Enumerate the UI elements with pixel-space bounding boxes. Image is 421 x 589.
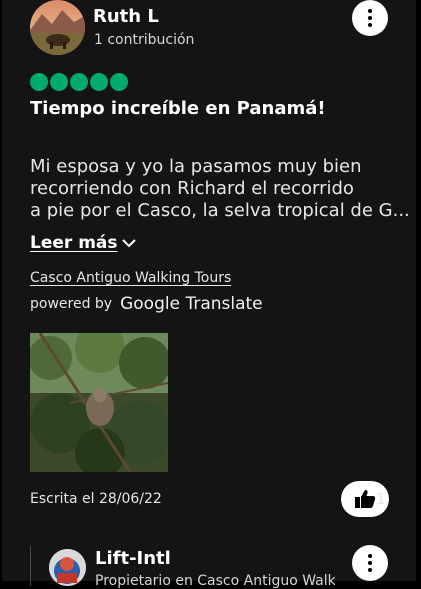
helpful-vote-count: 1 xyxy=(376,490,386,508)
sloth-photo-image xyxy=(30,333,168,472)
more-options-icon xyxy=(368,9,372,13)
more-options-dot xyxy=(368,23,372,27)
reviewer-avatar-image xyxy=(30,0,85,55)
owner-subtitle: Propietario en Casco Antiguo Walkin... xyxy=(95,573,335,589)
rating-bubble-icon xyxy=(50,73,68,91)
review-more-options-button[interactable] xyxy=(352,0,388,36)
more-options-dot xyxy=(368,568,372,572)
google-translate-logo: Google Translate xyxy=(120,294,263,314)
rating-bubble-icon xyxy=(110,73,128,91)
read-more-label: Leer más xyxy=(30,233,118,253)
more-options-dot xyxy=(368,16,372,20)
translation-attribution: powered by Google Translate xyxy=(30,294,263,314)
reviewer-avatar[interactable] xyxy=(30,0,85,55)
rating-bubble-icon xyxy=(30,73,48,91)
review-body-line: Mi esposa y yo la pasamos muy bien xyxy=(30,156,362,177)
owner-avatar-image xyxy=(49,549,86,586)
review-title: Tiempo increíble en Panamá! xyxy=(30,98,326,119)
powered-by-label: powered by xyxy=(30,296,113,312)
contribution-count: 1 contribución xyxy=(94,32,195,48)
scrollbar[interactable] xyxy=(417,0,421,581)
owner-avatar[interactable] xyxy=(49,549,86,586)
review-body-line: recorriendo con Richard el recorrido xyxy=(30,178,354,199)
tour-link[interactable]: Casco Antiguo Walking Tours xyxy=(30,270,231,286)
thumbs-up-icon xyxy=(355,490,376,508)
more-options-dot xyxy=(368,561,372,565)
more-options-icon xyxy=(368,554,372,558)
reviewer-name[interactable]: Ruth L xyxy=(93,6,159,27)
rating-bubble-icon xyxy=(90,73,108,91)
review-body: Mi esposa y yo la pasamos muy bien recor… xyxy=(30,156,410,222)
read-more-button[interactable]: Leer más xyxy=(30,233,136,253)
owner-more-options-button[interactable] xyxy=(352,545,388,581)
reply-indent-line xyxy=(30,546,31,586)
written-date: Escrita el 28/06/22 xyxy=(30,491,162,507)
rating-bubble-icon xyxy=(70,73,88,91)
rating-bubbles xyxy=(30,73,128,91)
review-body-line: a pie por el Casco, la selva tropical de… xyxy=(30,200,410,221)
chevron-down-icon xyxy=(121,239,136,248)
owner-name[interactable]: Lift-Intl xyxy=(95,548,171,569)
review-photo[interactable] xyxy=(30,333,168,472)
